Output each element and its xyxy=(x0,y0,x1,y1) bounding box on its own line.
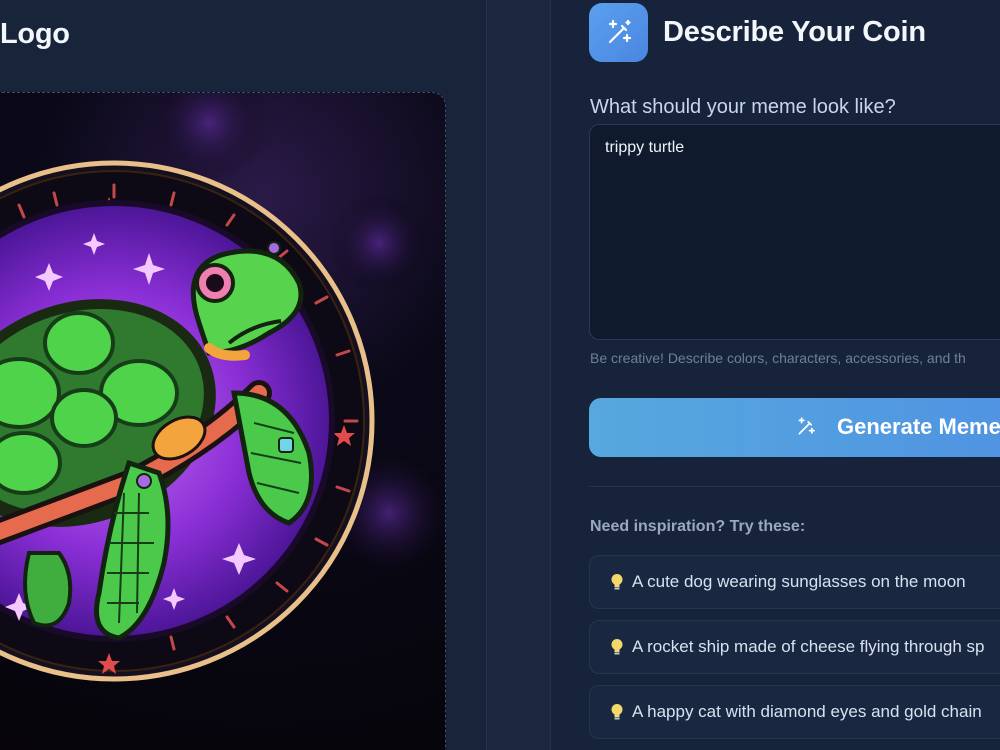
app-root: Logo Describe Your Coin What should your… xyxy=(0,0,1000,750)
suggestion-text: A rocket ship made of cheese flying thro… xyxy=(632,637,985,656)
lightbulb-icon xyxy=(610,703,626,721)
generate-meme-button[interactable]: Generate Meme xyxy=(589,398,1000,457)
suggestion-text: A happy cat with diamond eyes and gold c… xyxy=(632,702,982,721)
logo-preview xyxy=(0,92,446,750)
panel-title: Describe Your Coin xyxy=(663,16,926,48)
describe-coin-panel: Describe Your Coin What should your meme… xyxy=(551,0,1000,750)
prompt-hint: Be creative! Describe colors, characters… xyxy=(590,350,966,366)
turtle-coin-image xyxy=(0,93,445,682)
suggestion-item[interactable]: A cute dog wearing sunglasses on the moo… xyxy=(589,555,1000,609)
prompt-label: What should your meme look like? xyxy=(590,96,896,118)
logo-panel-title: Logo xyxy=(0,18,70,50)
lightbulb-icon xyxy=(610,573,626,591)
panel-gutter xyxy=(487,0,551,750)
inspiration-heading: Need inspiration? Try these: xyxy=(590,518,806,535)
suggestion-item[interactable]: A rocket ship made of cheese flying thro… xyxy=(589,620,1000,674)
suggestion-text: A cute dog wearing sunglasses on the moo… xyxy=(632,572,966,591)
meme-description-input[interactable]: trippy turtle xyxy=(589,124,1000,340)
suggestion-item[interactable]: A happy cat with diamond eyes and gold c… xyxy=(589,685,1000,739)
magic-wand-icon xyxy=(795,416,817,444)
logo-panel: Logo xyxy=(0,0,487,750)
magic-wand-icon xyxy=(589,3,648,62)
section-divider xyxy=(589,486,1000,487)
lightbulb-icon xyxy=(610,638,626,656)
generate-meme-label: Generate Meme xyxy=(837,414,1000,439)
